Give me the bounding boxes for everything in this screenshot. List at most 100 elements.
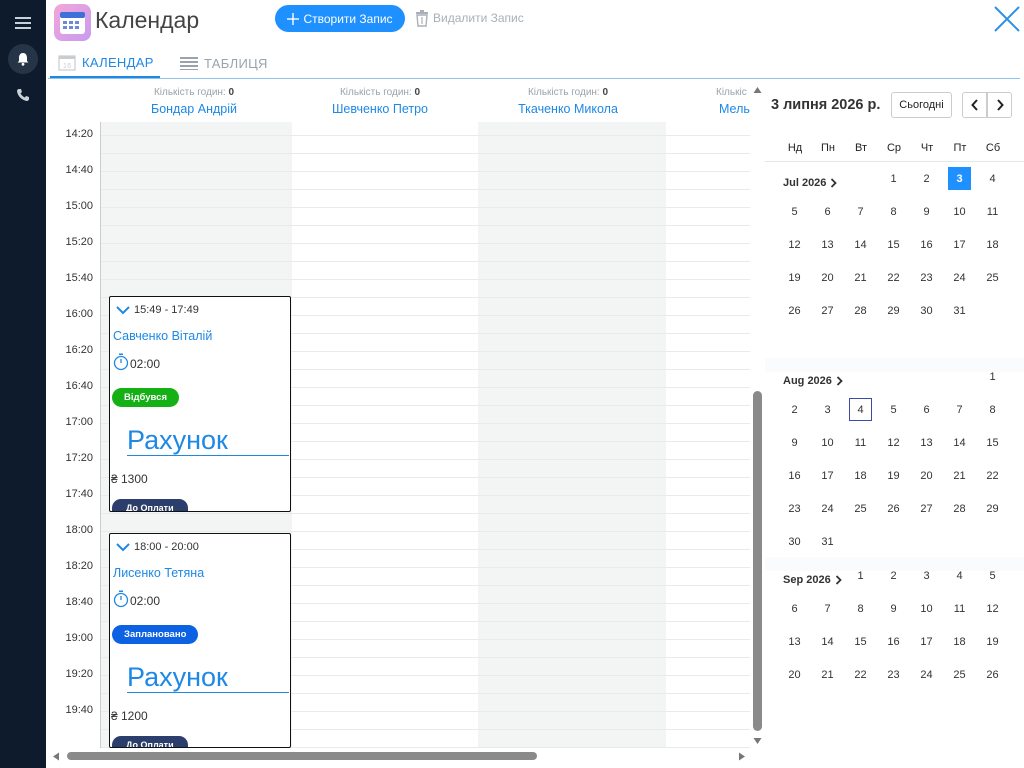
calendar-day[interactable]: 5: [783, 200, 806, 223]
calendar-day[interactable]: 13: [915, 431, 938, 454]
calendar-day[interactable]: 1: [981, 365, 1004, 388]
chevron-down-icon[interactable]: [116, 542, 130, 552]
calendar-day[interactable]: 17: [948, 233, 971, 256]
calendar-day[interactable]: 14: [816, 630, 839, 653]
resource-column[interactable]: [478, 122, 666, 748]
calendar-day[interactable]: 21: [816, 663, 839, 686]
calendar-day[interactable]: 19: [882, 464, 905, 487]
invoice-link[interactable]: Рахунок: [127, 662, 289, 693]
close-button[interactable]: [992, 4, 1022, 34]
appointment-client[interactable]: Лисенко Тетяна: [113, 566, 204, 580]
invoice-link[interactable]: Рахунок: [127, 425, 289, 456]
calendar-day[interactable]: 25: [849, 497, 872, 520]
calendar-day[interactable]: 6: [783, 597, 806, 620]
calendar-day[interactable]: 4: [948, 564, 971, 587]
delete-record-button[interactable]: Видалити Запис: [415, 8, 524, 28]
calendar-day[interactable]: 12: [981, 597, 1004, 620]
calendar-day[interactable]: 3: [816, 398, 839, 421]
horizontal-scroll-thumb[interactable]: [67, 752, 537, 760]
notifications-button[interactable]: [8, 44, 38, 74]
scroll-up-icon[interactable]: [753, 86, 762, 94]
calendar-day[interactable]: 15: [981, 431, 1004, 454]
calendar-day[interactable]: 4: [849, 398, 872, 421]
calendar-day[interactable]: 12: [783, 233, 806, 256]
calendar-day[interactable]: 12: [882, 431, 905, 454]
calendar-day[interactable]: 6: [915, 398, 938, 421]
calendar-day[interactable]: 2: [783, 398, 806, 421]
payment-badge[interactable]: До Оплати: [112, 499, 188, 511]
calendar-day[interactable]: 10: [915, 597, 938, 620]
calendar-day[interactable]: 19: [981, 630, 1004, 653]
calendar-day[interactable]: 28: [849, 299, 872, 322]
resource-name[interactable]: Шевченко Петро: [286, 102, 474, 116]
create-record-button[interactable]: Створити Запис: [275, 5, 405, 32]
calendar-day[interactable]: 7: [849, 200, 872, 223]
next-button[interactable]: [987, 92, 1012, 118]
phone-button[interactable]: [8, 80, 38, 110]
resource-column[interactable]: [292, 122, 478, 748]
calendar-day[interactable]: 5: [981, 564, 1004, 587]
calendar-day[interactable]: 8: [882, 200, 905, 223]
calendar-day[interactable]: 25: [948, 663, 971, 686]
calendar-day[interactable]: 19: [783, 266, 806, 289]
calendar-day[interactable]: 1: [882, 167, 905, 190]
calendar-day[interactable]: 24: [948, 266, 971, 289]
calendar-day[interactable]: 27: [915, 497, 938, 520]
calendar-day[interactable]: 9: [915, 200, 938, 223]
calendar-day[interactable]: 18: [948, 630, 971, 653]
calendar-day[interactable]: 9: [882, 597, 905, 620]
calendar-day[interactable]: 24: [816, 497, 839, 520]
calendar-day[interactable]: 31: [816, 530, 839, 553]
calendar-day[interactable]: 18: [849, 464, 872, 487]
calendar-day[interactable]: 16: [882, 630, 905, 653]
payment-badge[interactable]: До Оплати: [112, 736, 188, 747]
calendar-day[interactable]: 23: [915, 266, 938, 289]
calendar-day[interactable]: 8: [981, 398, 1004, 421]
calendar-day[interactable]: 11: [981, 200, 1004, 223]
calendar-day[interactable]: 13: [816, 233, 839, 256]
calendar-day[interactable]: 2: [882, 564, 905, 587]
calendar-day[interactable]: 16: [783, 464, 806, 487]
vertical-scrollbar[interactable]: [752, 86, 763, 748]
resource-name[interactable]: Бондар Андрій: [100, 102, 288, 116]
tab-table[interactable]: ТАБЛИЦЯ: [180, 48, 268, 78]
calendar-day[interactable]: 16: [915, 233, 938, 256]
calendar-day[interactable]: 5: [882, 398, 905, 421]
calendar-day[interactable]: 30: [783, 530, 806, 553]
calendar-day[interactable]: 24: [915, 663, 938, 686]
month-header[interactable]: Jul 2026: [783, 177, 838, 189]
scroll-right-icon[interactable]: [738, 752, 746, 761]
resource-name[interactable]: Ткаченко Микола: [474, 102, 662, 116]
calendar-day[interactable]: 29: [882, 299, 905, 322]
menu-button[interactable]: [8, 8, 38, 38]
resource-name[interactable]: Мель: [719, 102, 750, 116]
appointment-card[interactable]: 18:00 - 20:00 Лисенко Тетяна 02:00 Запла…: [109, 533, 291, 748]
calendar-day[interactable]: 28: [948, 497, 971, 520]
calendar-day[interactable]: 17: [816, 464, 839, 487]
calendar-day[interactable]: 20: [816, 266, 839, 289]
calendar-day[interactable]: 14: [849, 233, 872, 256]
horizontal-scrollbar[interactable]: [52, 750, 748, 762]
vertical-scroll-thumb[interactable]: [753, 391, 762, 731]
calendar-day[interactable]: 22: [882, 266, 905, 289]
calendar-day[interactable]: 23: [882, 663, 905, 686]
calendar-day[interactable]: 9: [783, 431, 806, 454]
calendar-day[interactable]: 31: [948, 299, 971, 322]
calendar-day[interactable]: 22: [849, 663, 872, 686]
calendar-day[interactable]: 25: [981, 266, 1004, 289]
calendar-day[interactable]: 15: [882, 233, 905, 256]
calendar-day[interactable]: 6: [816, 200, 839, 223]
calendar-day[interactable]: 2: [915, 167, 938, 190]
month-header[interactable]: Sep 2026: [783, 574, 842, 586]
tab-calendar[interactable]: 16 КАЛЕНДАР: [50, 48, 160, 78]
calendar-day[interactable]: 15: [849, 630, 872, 653]
calendar-day[interactable]: 27: [816, 299, 839, 322]
calendar-day[interactable]: 4: [981, 167, 1004, 190]
calendar-day[interactable]: 20: [783, 663, 806, 686]
calendar-day[interactable]: 22: [981, 464, 1004, 487]
calendar-day[interactable]: 3: [948, 167, 971, 190]
calendar-day[interactable]: 7: [816, 597, 839, 620]
calendar-day[interactable]: 17: [915, 630, 938, 653]
chevron-down-icon[interactable]: [116, 305, 130, 315]
calendar-day[interactable]: 26: [783, 299, 806, 322]
